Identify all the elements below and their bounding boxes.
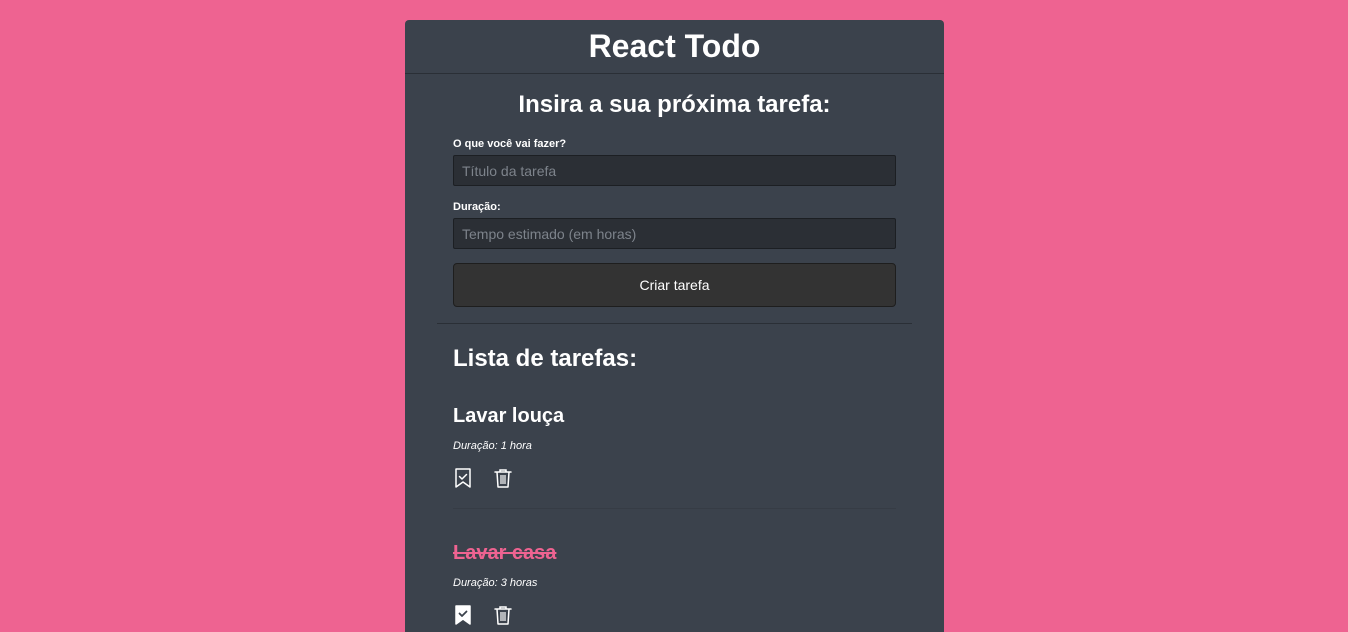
app-header: React Todo <box>405 20 944 74</box>
task-title: Lavar louça <box>453 405 565 427</box>
task-actions <box>453 467 513 489</box>
title-field: O que você vai fazer? <box>453 138 896 186</box>
title-label: O que você vai fazer? <box>453 138 567 150</box>
duration-input[interactable] <box>453 218 896 249</box>
task-duration: Duração: 1 hora <box>453 440 532 452</box>
duration-label: Duração: <box>453 201 501 213</box>
form-heading: Insira a sua próxima tarefa: <box>518 91 831 118</box>
create-task-button[interactable]: Criar tarefa <box>453 263 896 307</box>
trash-icon[interactable] <box>493 604 513 626</box>
title-input[interactable] <box>453 155 896 186</box>
task-duration: Duração: 3 horas <box>453 577 538 589</box>
task-actions <box>453 604 513 626</box>
task-item: Lavar louça Duração: 1 hora <box>453 404 896 509</box>
section-divider <box>437 323 912 324</box>
task-list-heading: Lista de tarefas: <box>453 345 638 372</box>
trash-icon[interactable] <box>493 467 513 489</box>
bookmark-check-outline-icon[interactable] <box>453 467 473 489</box>
todo-app: React Todo Insira a sua próxima tarefa: … <box>405 20 944 632</box>
task-item: Lavar casa Duração: 3 horas <box>453 541 896 632</box>
bookmark-check-filled-icon[interactable] <box>453 604 473 626</box>
app-title: React Todo <box>588 27 761 64</box>
task-form: Insira a sua próxima tarefa: O que você … <box>405 74 944 323</box>
duration-field: Duração: <box>453 201 896 249</box>
task-title: Lavar casa <box>453 542 557 564</box>
